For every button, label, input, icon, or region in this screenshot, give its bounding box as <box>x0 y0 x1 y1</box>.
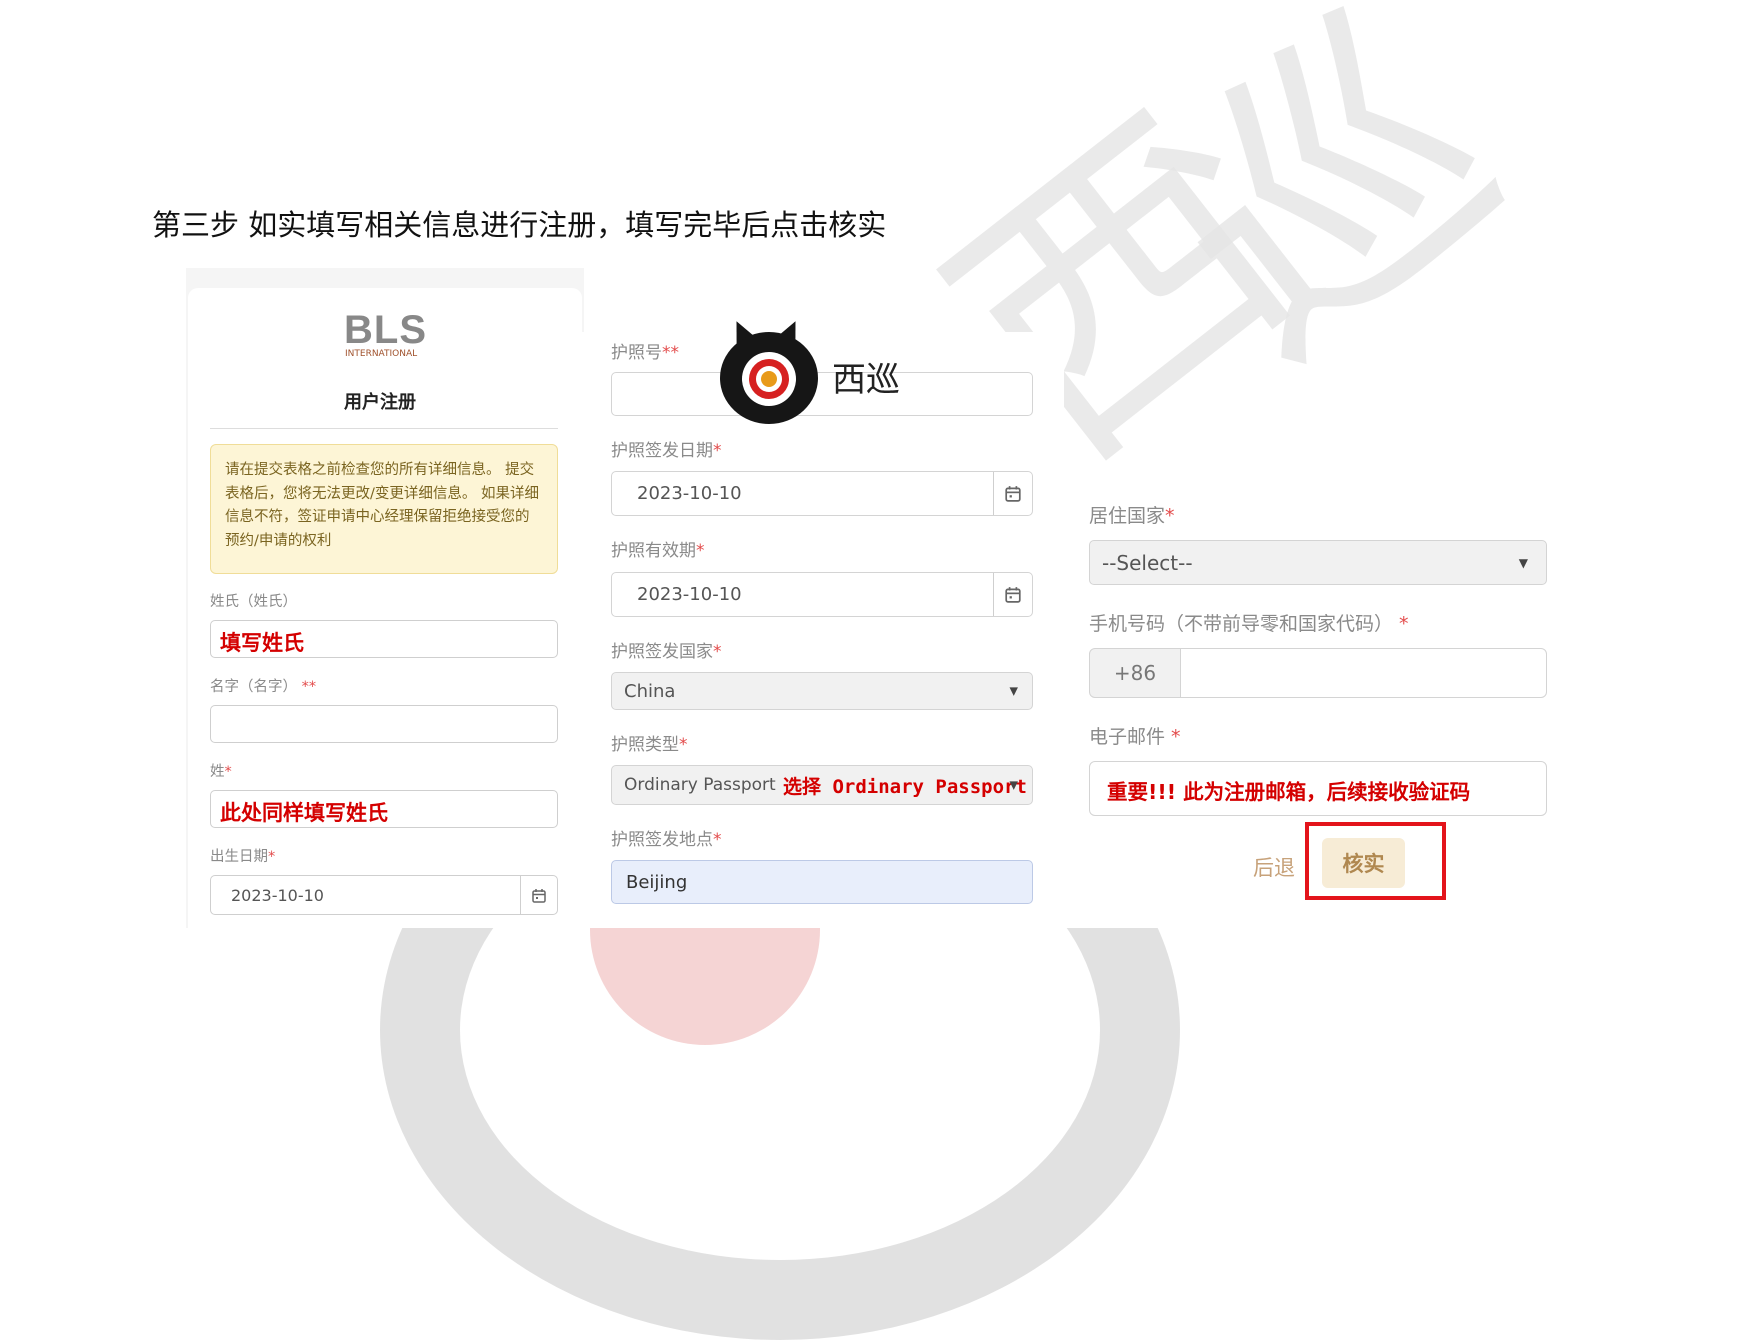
expiry-date-input[interactable]: 2023-10-10 <box>611 572 1033 617</box>
passport-type-annotation: 选择 Ordinary Passport <box>783 776 1027 798</box>
passport-number-input[interactable] <box>611 372 1033 416</box>
expiry-date-label: 护照有效期* <box>611 541 705 561</box>
residence-country-label: 居住国家* <box>1089 505 1175 527</box>
divider <box>210 428 558 429</box>
bls-logo: BLS <box>344 308 427 352</box>
expiry-date-value: 2023-10-10 <box>637 584 742 605</box>
chevron-down-icon: ▼ <box>1009 684 1018 698</box>
mobile-input[interactable] <box>1180 648 1547 698</box>
warning-alert: 请在提交表格之前检查您的所有详细信息。 提交表格后，您将无法更改/变更详细信息。… <box>210 444 558 574</box>
instruction-text: 第三步 如实填写相关信息进行注册，填写完毕后点击核实 <box>152 208 887 242</box>
dob-value: 2023-10-10 <box>231 886 324 905</box>
chevron-down-icon: ▼ <box>1009 778 1018 792</box>
passport-type-select[interactable]: Ordinary Passport 选择 Ordinary Passport ▼ <box>611 765 1033 805</box>
bls-logo-subtitle: INTERNATIONAL <box>345 349 418 359</box>
residence-country-value: --Select-- <box>1102 551 1193 575</box>
xixun-brand-name: 西巡 <box>832 360 900 400</box>
given-name-input[interactable] <box>210 705 558 743</box>
issue-place-label: 护照签发地点* <box>611 830 722 850</box>
surname-input[interactable]: 填写姓氏 <box>210 620 558 658</box>
passport-number-label: 护照号** <box>611 343 679 363</box>
last-name-input[interactable]: 此处同样填写姓氏 <box>210 790 558 828</box>
issue-place-input[interactable]: Beijing <box>611 860 1033 904</box>
form-title: 用户注册 <box>344 392 416 413</box>
surname-label: 姓氏（姓氏） <box>210 594 297 610</box>
calendar-icon[interactable] <box>993 573 1032 616</box>
issue-country-select[interactable]: China ▼ <box>611 672 1033 710</box>
issue-date-value: 2023-10-10 <box>637 483 742 504</box>
dob-label: 出生日期* <box>210 849 276 865</box>
passport-type-label: 护照类型* <box>611 735 688 755</box>
issue-country-label: 护照签发国家* <box>611 642 722 662</box>
calendar-icon[interactable] <box>520 876 557 914</box>
issue-place-value: Beijing <box>626 872 688 893</box>
email-label: 电子邮件 * <box>1089 726 1181 748</box>
issue-country-value: China <box>624 681 676 702</box>
xixun-logo-ring <box>761 371 777 387</box>
email-annotation: 重要!!! 此为注册邮箱，后续接收验证码 <box>1107 780 1471 804</box>
calendar-icon[interactable] <box>993 472 1032 515</box>
issue-date-label: 护照签发日期* <box>611 441 722 461</box>
mobile-label: 手机号码（不带前导零和国家代码） * <box>1089 613 1409 635</box>
last-name-label: 姓* <box>210 764 232 780</box>
back-button[interactable]: 后退 <box>1253 852 1295 882</box>
email-input[interactable]: 重要!!! 此为注册邮箱，后续接收验证码 <box>1089 761 1547 816</box>
surname-annotation: 填写姓氏 <box>220 631 304 655</box>
given-name-label: 名字（名字） ** <box>210 679 317 695</box>
last-name-annotation: 此处同样填写姓氏 <box>220 801 388 825</box>
issue-date-input[interactable]: 2023-10-10 <box>611 471 1033 516</box>
chevron-down-icon: ▼ <box>1518 555 1528 570</box>
residence-country-select[interactable]: --Select-- ▼ <box>1089 540 1547 585</box>
dob-input[interactable]: 2023-10-10 <box>210 875 558 915</box>
passport-type-value: Ordinary Passport <box>624 775 776 795</box>
country-code-addon: +86 <box>1089 648 1181 698</box>
verify-button[interactable]: 核实 <box>1322 838 1405 888</box>
